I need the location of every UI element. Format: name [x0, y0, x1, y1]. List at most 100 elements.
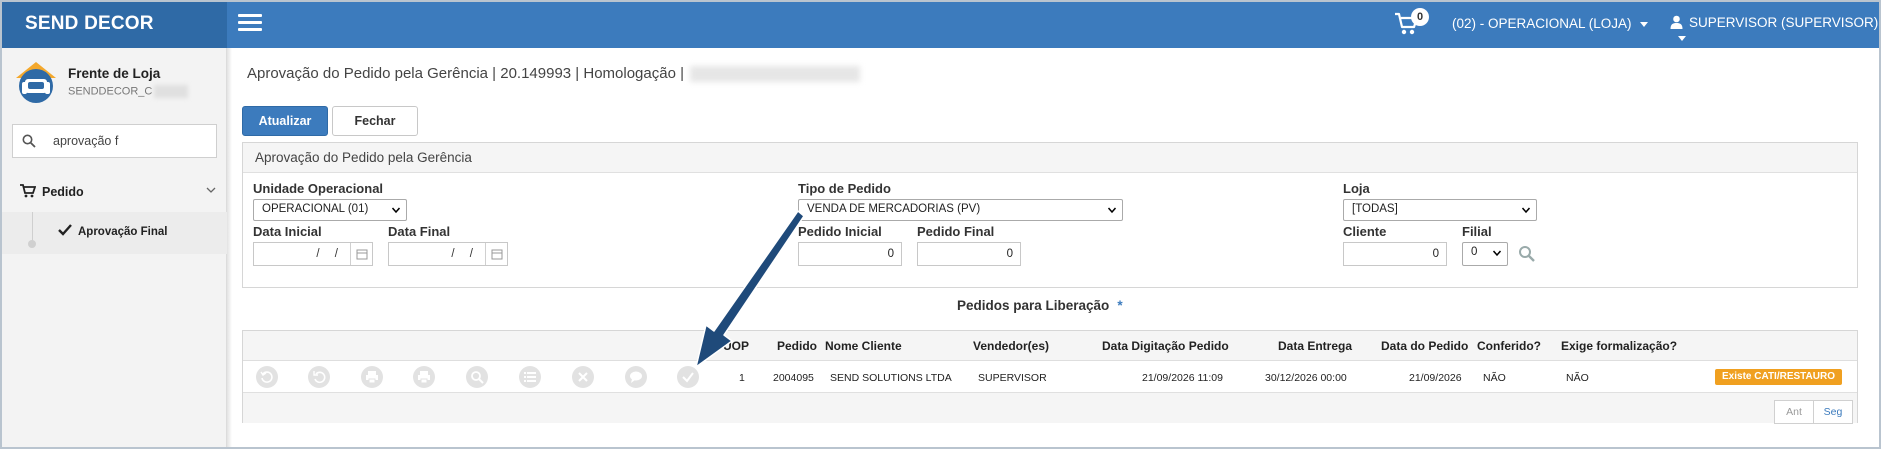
print-alt-icon[interactable] [413, 366, 435, 388]
filter-panel-title: Aprovação do Pedido pela Gerência [255, 150, 472, 165]
history-icon[interactable] [256, 366, 278, 388]
user-menu[interactable]: SUPERVISOR (SUPERVISOR) [1670, 15, 1879, 45]
filial-label: Filial [1462, 224, 1492, 239]
cell-data-entrega: 30/12/2026 00:00 [1265, 372, 1347, 384]
filial-value: 0 [1471, 246, 1478, 258]
chevron-down-icon [1678, 35, 1686, 41]
brand-logo[interactable]: SEND DECOR [2, 2, 227, 48]
page-title: Aprovação do Pedido pela Gerência | 20.1… [247, 65, 860, 83]
chevron-down-icon [392, 207, 400, 214]
table-row[interactable]: 1 2004095 SEND SOLUTIONS LTDA SUPERVISOR… [243, 361, 1857, 393]
cell-pedido: 2004095 [773, 372, 814, 384]
profile-name: Frente de Loja [68, 66, 161, 81]
top-navbar: SEND DECOR 0 (02) - OPERACIONAL (LOJA) S… [2, 2, 1879, 48]
cell-cliente: SEND SOLUTIONS LTDA [830, 372, 952, 384]
col-conferido[interactable]: Conferido? [1477, 339, 1541, 353]
close-button[interactable]: Fechar [332, 106, 418, 136]
unidade-select[interactable]: OPERACIONAL (01) [253, 199, 407, 221]
unidade-label: Unidade Operacional [253, 181, 384, 196]
sidebar-item-pedido[interactable]: Pedido [2, 176, 227, 206]
grid-header: UOP Pedido Nome Cliente Vendedor(es) Dat… [243, 331, 1857, 361]
user-icon [1670, 15, 1683, 29]
pager-prev-button[interactable]: Ant [1774, 400, 1814, 424]
loja-select[interactable]: [TODAS] [1343, 199, 1537, 221]
col-data-entrega[interactable]: Data Entrega [1278, 339, 1352, 353]
sidebar-search-value: aprovação f [53, 134, 119, 148]
list-icon[interactable] [519, 366, 541, 388]
sidebar-item-label: Pedido [42, 185, 84, 199]
loja-value: [TODAS] [1352, 203, 1398, 215]
sidebar-item-label: Aprovação Final [78, 226, 168, 238]
col-cliente[interactable]: Nome Cliente [825, 339, 902, 353]
cliente-label: Cliente [1343, 224, 1387, 239]
data-inicial-label: Data Inicial [253, 224, 322, 239]
search-icon [22, 134, 36, 148]
orders-grid: UOP Pedido Nome Cliente Vendedor(es) Dat… [242, 330, 1858, 424]
sidebar-search-input[interactable]: aprovação f [12, 124, 217, 158]
magnifier-icon[interactable] [1518, 245, 1536, 263]
data-inicial-input[interactable]: / / [253, 242, 373, 266]
pager-next-button[interactable]: Seg [1813, 400, 1853, 424]
sidebar-shadow [227, 48, 232, 447]
cell-vendedor: SUPERVISOR [978, 372, 1047, 384]
col-data-digitacao[interactable]: Data Digitação Pedido [1102, 339, 1229, 353]
data-final-input[interactable]: / / [388, 242, 508, 266]
col-data-pedido[interactable]: Data do Pedido [1381, 339, 1468, 353]
calendar-icon[interactable] [350, 243, 372, 265]
store-selector-label: (02) - OPERACIONAL (LOJA) [1452, 16, 1632, 31]
col-vendedor[interactable]: Vendedor(es) [973, 339, 1049, 353]
print-icon[interactable] [361, 366, 383, 388]
refresh-button[interactable]: Atualizar [242, 106, 328, 136]
col-formalizacao[interactable]: Exige formalização? [1561, 339, 1677, 353]
required-mark: * [1117, 298, 1123, 313]
grid-footer: Ant Seg [243, 393, 1857, 424]
cell-conferido: NÃO [1483, 372, 1506, 384]
col-uop[interactable]: UOP [723, 339, 749, 353]
cart-menu-icon [20, 184, 36, 198]
data-inicial-value: / / [316, 248, 344, 260]
tipo-select[interactable]: VENDA DE MERCADORIAS (PV) [798, 199, 1123, 221]
comment-icon[interactable] [625, 366, 647, 388]
filial-select[interactable]: 0 [1462, 242, 1508, 266]
hamburger-icon[interactable] [238, 14, 262, 34]
tipo-value: VENDA DE MERCADORIAS (PV) [807, 203, 981, 215]
calendar-icon[interactable] [485, 243, 507, 265]
user-menu-label: SUPERVISOR (SUPERVISOR) [1689, 15, 1879, 30]
pedido-final-input[interactable]: 0 [917, 242, 1021, 266]
chevron-down-icon [206, 187, 216, 193]
zoom-icon[interactable] [466, 366, 488, 388]
chevron-down-icon [1522, 207, 1530, 214]
pedido-inicial-label: Pedido Inicial [798, 224, 882, 239]
approve-icon[interactable] [677, 366, 699, 388]
cancel-icon[interactable] [572, 366, 594, 388]
pedido-inicial-input[interactable]: 0 [798, 242, 902, 266]
store-avatar-icon [12, 58, 60, 106]
tree-line [32, 212, 33, 242]
cell-data-digitacao: 21/09/2026 11:09 [1142, 372, 1223, 384]
cell-formalizacao: NÃO [1566, 372, 1589, 384]
cliente-input[interactable]: 0 [1343, 242, 1447, 266]
check-icon [58, 224, 72, 236]
grid-title: Pedidos para Liberação * [957, 298, 1123, 313]
col-pedido[interactable]: Pedido [777, 339, 817, 353]
store-selector[interactable]: (02) - OPERACIONAL (LOJA) [1452, 16, 1648, 31]
filter-panel-header: Aprovação do Pedido pela Gerência [243, 143, 1857, 173]
data-final-value: / / [451, 248, 479, 260]
unidade-value: OPERACIONAL (01) [262, 203, 369, 215]
undo-icon[interactable] [308, 366, 330, 388]
sidebar-item-aprovacao-final[interactable]: Aprovação Final [2, 212, 227, 254]
cell-uop: 1 [739, 372, 745, 384]
chevron-down-icon [1108, 207, 1116, 214]
loja-label: Loja [1343, 181, 1370, 196]
tree-dot [28, 240, 36, 248]
data-final-label: Data Final [388, 224, 451, 239]
tipo-label: Tipo de Pedido [798, 181, 891, 196]
sidebar: Frente de Loja SENDDECOR_C aprovação f P… [2, 48, 227, 447]
chevron-down-icon [1639, 21, 1648, 27]
profile-card: Frente de Loja SENDDECOR_C [12, 58, 222, 113]
cart-count-badge: 0 [1411, 8, 1429, 26]
pedido-final-label: Pedido Final [917, 224, 995, 239]
profile-subtitle: SENDDECOR_C [68, 85, 189, 98]
chevron-down-icon [1493, 250, 1501, 257]
status-badge[interactable]: Existe CATI/RESTAURO [1715, 369, 1842, 385]
